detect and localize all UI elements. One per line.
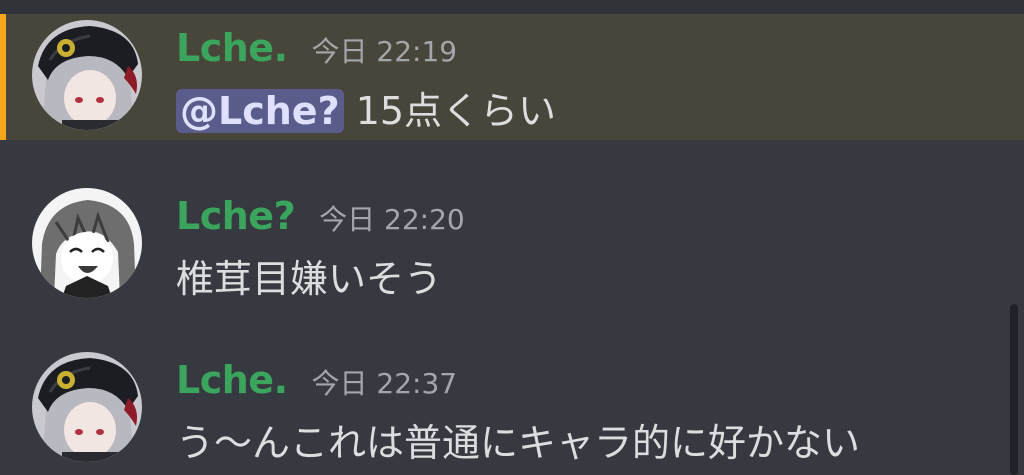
timestamp: 今日 22:20: [319, 203, 465, 236]
message-content: 椎茸目嫌いそう: [176, 248, 442, 303]
message-row-highlighted[interactable]: Lche. 今日 22:19 @Lche? 15点くらい: [0, 14, 1024, 140]
timestamp: 今日 22:19: [311, 35, 458, 68]
armored-helmet-avatar-icon[interactable]: [32, 20, 142, 130]
message-text: 椎茸目嫌いそう: [176, 257, 443, 301]
message-header: Lche. 今日 22:37: [176, 358, 457, 402]
username[interactable]: Lche.: [176, 358, 288, 402]
mention-highlight-bar: [0, 14, 6, 140]
scrollbar-thumb[interactable]: [1010, 304, 1018, 475]
username[interactable]: Lche.: [176, 26, 288, 70]
message-row[interactable]: Lche? 今日 22:20 椎茸目嫌いそう: [0, 180, 1024, 310]
username[interactable]: Lche?: [176, 194, 296, 238]
message-text: う〜んこれは普通にキャラ的に好かない: [176, 421, 861, 465]
smiling-character-avatar-icon[interactable]: [32, 188, 142, 298]
message-row[interactable]: Lche. 今日 22:37 う〜んこれは普通にキャラ的に好かない: [0, 344, 1024, 475]
message-content: @Lche? 15点くらい: [176, 80, 556, 135]
channel-top-edge: [0, 0, 1024, 14]
user-mention[interactable]: @Lche?: [176, 89, 344, 133]
message-text: 15点くらい: [355, 89, 557, 133]
message-header: Lche? 今日 22:20: [176, 194, 465, 238]
timestamp: 今日 22:37: [311, 367, 458, 400]
message-content: う〜んこれは普通にキャラ的に好かない: [176, 412, 860, 467]
armored-helmet-avatar-icon[interactable]: [32, 352, 142, 462]
message-header: Lche. 今日 22:19: [176, 26, 457, 70]
